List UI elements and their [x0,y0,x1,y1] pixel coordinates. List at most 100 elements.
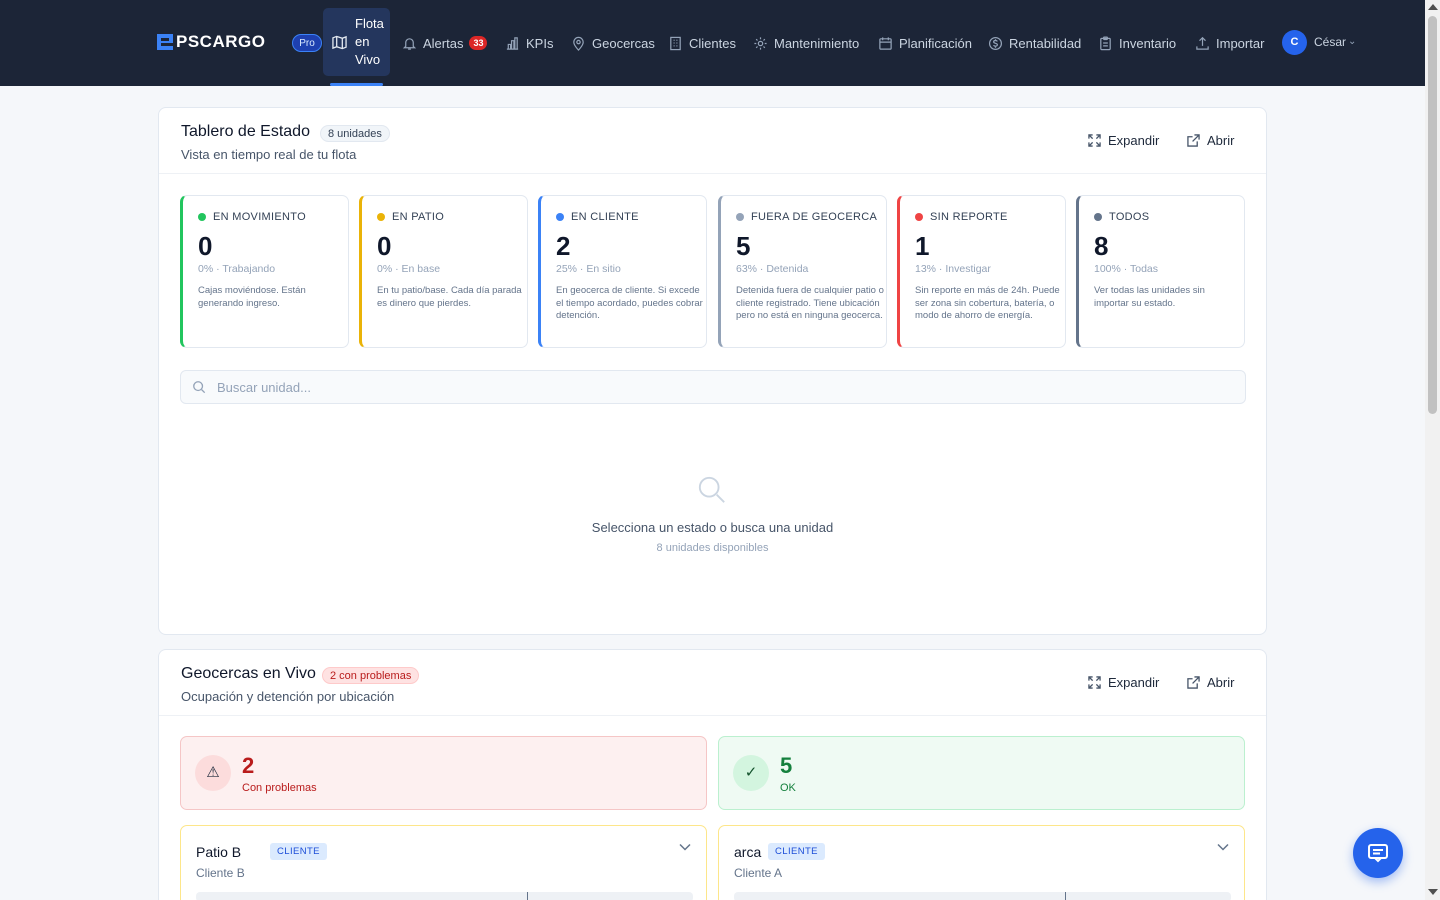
gear-icon [754,36,767,50]
status-description: Ver todas las unidades sin importar su e… [1094,285,1205,309]
problems-summary-card[interactable]: ⚠ 2 Con problemas [180,736,707,810]
status-percent: 100% · Todas [1094,263,1159,275]
geofences-expand-button[interactable]: Expandir [1088,675,1159,690]
scrollbar-thumb[interactable] [1428,16,1437,414]
chevron-down-icon[interactable] [1216,840,1230,854]
nav-label-inventario: Inventario [1119,35,1177,51]
upload-icon [1196,36,1209,50]
ok-label: OK [780,782,796,794]
geofence-card[interactable]: Patio B CLIENTE Cliente B [180,825,707,900]
nav-item-geocercas[interactable]: Geocercas [571,34,655,52]
status-label: EN MOVIMIENTO [213,211,306,223]
app-logo[interactable]: PSCARGO [157,32,265,51]
status-dot-icon [1094,213,1102,221]
nav-item-clientes[interactable]: Clientes [668,34,736,52]
bar-chart-icon [506,36,519,50]
occupancy-bar [196,892,693,900]
status-percent: 25% · En sitio [556,263,621,275]
geofences-open-label: Abrir [1207,675,1235,690]
plan-badge: Pro [292,34,322,52]
geofence-card[interactable]: arca CLIENTE Cliente A [718,825,1245,900]
occupancy-threshold-marker [1065,892,1066,900]
geofences-subtitle: Ocupación y detención por ubicación [181,689,395,704]
nav-item-mantenimiento[interactable]: Mantenimiento [753,34,859,52]
status-board-header: Tablero de Estado 8 unidades Vista en ti… [159,108,1266,174]
unit-search-input[interactable] [217,371,1237,403]
nav-flota-line-3: Vivo [355,52,381,67]
nav-item-rentabilidad[interactable]: Rentabilidad [988,34,1081,52]
external-link-icon [1187,134,1200,147]
ok-count: 5 [780,753,793,778]
geofence-name: arca [734,844,762,860]
active-nav-indicator [330,83,383,86]
nav-item-inventario[interactable]: Inventario [1098,34,1176,52]
chevron-down-icon[interactable]: ⌄ [1348,36,1356,47]
nav-label-mantenimiento: Mantenimiento [774,35,860,51]
expand-icon [1088,134,1101,147]
scroll-down-arrow-icon[interactable] [1428,889,1438,895]
units-count-chip: 8 unidades [320,125,390,142]
user-name[interactable]: César [1314,35,1346,49]
status-count: 0 [198,231,213,261]
status-card[interactable]: TODOS 8 100% · Todas Ver todas las unidades… [1076,195,1245,348]
nav-label-geocercas: Geocercas [592,35,655,51]
status-card-header: EN MOVIMIENTO [198,211,306,223]
empty-state-subtitle: 8 unidades disponibles [656,542,769,554]
chat-icon [1368,844,1388,863]
problems-chip: 2 con problemas [322,667,420,684]
ok-summary-card[interactable]: ✓ 5 OK [718,736,1245,810]
top-navbar: PSCARGO Pro Flota en Vivo Alertas 33 KPI… [0,0,1425,86]
geofences-panel: Geocercas en Vivo 2 con problemas Ocupac… [158,649,1267,900]
problems-count: 2 [242,753,255,778]
status-label: SIN REPORTE [930,211,1008,223]
status-label: FUERA DE GEOCERCA [751,211,878,223]
nav-item-alertas[interactable]: Alertas 33 [402,34,488,52]
status-label: EN PATIO [392,211,445,223]
expand-button[interactable]: Expandir [1088,133,1159,148]
status-description: Cajas moviéndose. Están generando ingres… [198,285,306,309]
status-board-panel: Tablero de Estado 8 unidades Vista en ti… [158,107,1267,635]
clipboard-icon [1100,36,1111,50]
open-button[interactable]: Abrir [1187,133,1234,148]
status-card-header: EN CLIENTE [556,211,639,223]
nav-item-planificacion[interactable]: Planificación [878,34,972,52]
nav-label-kpis: KPIs [526,35,554,51]
status-count: 8 [1094,231,1109,261]
nav-item-kpis[interactable]: KPIs [505,34,553,52]
user-avatar[interactable]: C [1282,30,1307,55]
status-card[interactable]: EN MOVIMIENTO 0 0% · Trabajando Cajas movié… [180,195,349,348]
nav-label-planificacion: Planificación [899,35,972,51]
geofence-type-tag: CLIENTE [270,843,327,860]
nav-label-importar: Importar [1216,35,1265,51]
nav-label-alertas: Alertas [423,35,464,51]
geofences-open-button[interactable]: Abrir [1187,675,1234,690]
status-card[interactable]: SIN REPORTE 1 13% · Investigar Sin reporte … [897,195,1066,348]
map-icon [332,35,347,49]
nav-item-importar[interactable]: Importar [1195,34,1264,52]
chat-button[interactable] [1353,828,1403,878]
logo-mark-icon [157,34,173,50]
nav-label-clientes: Clientes [689,35,736,51]
status-description: En tu patio/base. Cada día parada es din… [377,285,522,309]
status-card-header: EN PATIO [377,211,444,223]
expand-label: Expandir [1108,133,1160,148]
status-card[interactable]: EN CLIENTE 2 25% · En sitio En geocerca de … [538,195,707,348]
status-card[interactable]: EN PATIO 0 0% · En base En tu patio/base. C… [359,195,528,348]
scroll-up-arrow-icon[interactable] [1428,4,1438,10]
nav-flota-content: Flota en Vivo [332,15,384,69]
status-description: Sin reporte en más de 24h. Puede ser zon… [915,285,1060,321]
unit-search-box[interactable] [180,370,1246,404]
chevron-down-icon[interactable] [678,840,692,854]
status-dot-icon [377,213,385,221]
status-board-title: Tablero de Estado [181,123,310,140]
status-card[interactable]: FUERA DE GEOCERCA 5 63% · Detenida Detenida… [718,195,887,348]
external-link-icon [1187,676,1200,689]
status-label: TODOS [1109,211,1150,223]
map-pin-icon [573,36,584,51]
page-scrollbar[interactable] [1425,0,1440,900]
status-count: 2 [556,231,571,261]
geofence-type-tag: CLIENTE [768,843,825,860]
bell-icon [402,37,417,50]
empty-search-icon [698,476,725,503]
expand-icon [1088,676,1101,689]
